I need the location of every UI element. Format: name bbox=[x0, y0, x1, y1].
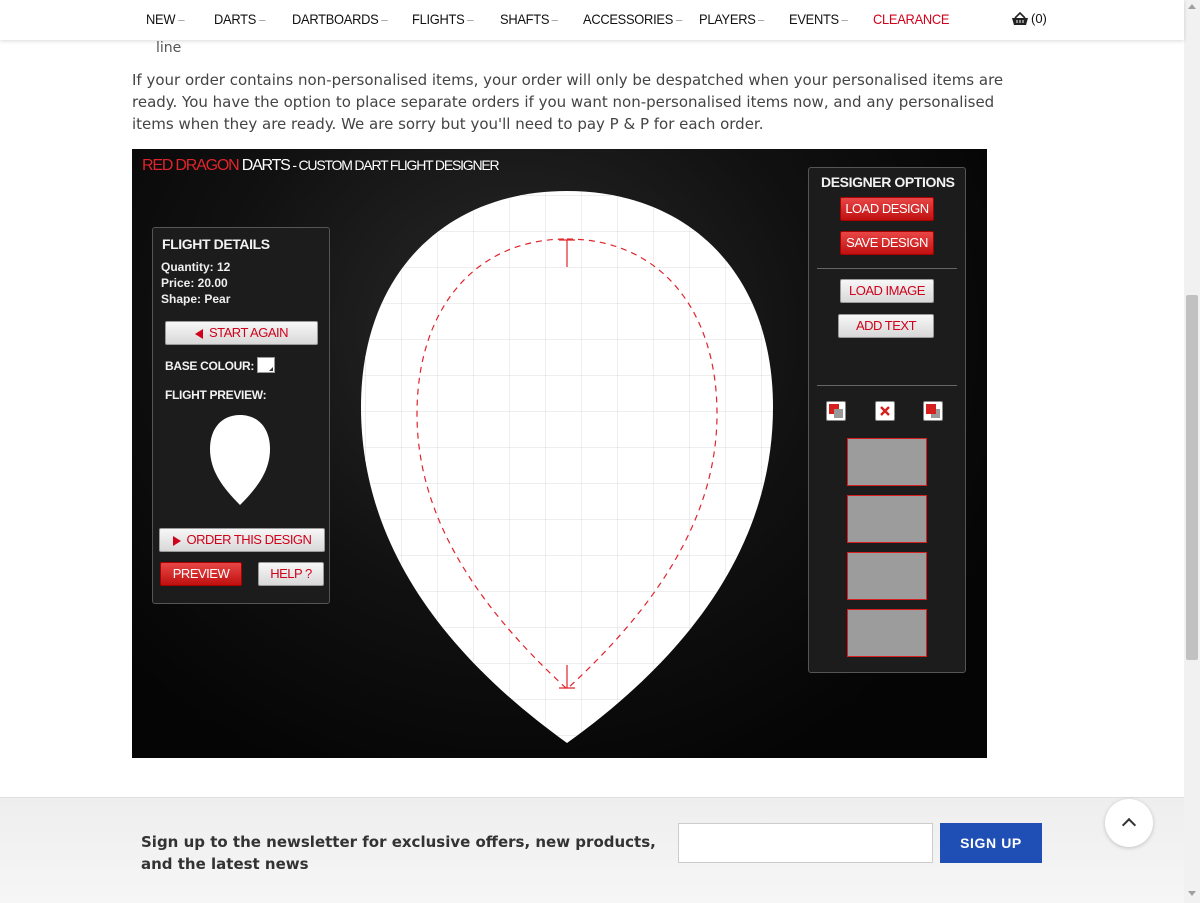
chevron-down-icon bbox=[675, 19, 683, 21]
chevron-down-icon bbox=[177, 19, 185, 21]
back-to-top-button[interactable] bbox=[1105, 799, 1153, 847]
nav-item-flights[interactable]: FLIGHTS bbox=[412, 11, 474, 27]
nav-item-darts[interactable]: DARTS bbox=[214, 11, 266, 27]
chevron-down-icon bbox=[551, 19, 559, 21]
basket-icon bbox=[1012, 11, 1028, 25]
top-navigation: NEW DARTS DARTBOARDS FLIGHTS SHAFTS ACCE… bbox=[0, 0, 1184, 40]
quantity-text: Quantity: 12 bbox=[161, 260, 231, 274]
design-grid bbox=[361, 191, 773, 743]
add-text-button[interactable]: ADD TEXT bbox=[838, 314, 934, 338]
newsletter-email-input[interactable] bbox=[678, 823, 933, 863]
chevron-down-icon bbox=[841, 19, 849, 21]
start-again-button[interactable]: START AGAIN bbox=[165, 321, 318, 345]
layer-thumbnail[interactable] bbox=[847, 552, 927, 600]
shape-text: Shape: Pear bbox=[161, 292, 231, 306]
delete-icon[interactable] bbox=[875, 401, 895, 421]
send-backward-icon[interactable] bbox=[923, 401, 943, 421]
designer-options-heading: DESIGNER OPTIONS bbox=[821, 174, 955, 190]
help-button[interactable]: HELP ? bbox=[258, 562, 324, 586]
price-text: Price: 20.00 bbox=[161, 276, 228, 290]
scrollbar-thumb[interactable] bbox=[1186, 295, 1198, 660]
options-divider bbox=[817, 385, 957, 386]
layer-thumbnail[interactable] bbox=[847, 438, 927, 486]
chevron-down-icon bbox=[758, 19, 765, 21]
designer-options-panel: DESIGNER OPTIONS LOAD DESIGN SAVE DESIGN… bbox=[808, 167, 966, 673]
cart-button[interactable]: (0) bbox=[1011, 11, 1047, 26]
preview-button[interactable]: PREVIEW bbox=[160, 562, 242, 586]
flight-designer: RED DRAGON DARTS - CUSTOM DART FLIGHT DE… bbox=[132, 149, 987, 758]
save-design-button[interactable]: SAVE DESIGN bbox=[840, 231, 934, 255]
newsletter-footer: Sign up to the newsletter for exclusive … bbox=[0, 797, 1184, 903]
flight-preview-label: FLIGHT PREVIEW: bbox=[165, 388, 267, 402]
nav-item-events[interactable]: EVENTS bbox=[789, 11, 849, 27]
order-notice: If your order contains non-personalised … bbox=[132, 71, 1004, 133]
base-colour-picker[interactable] bbox=[257, 357, 275, 373]
text-fragment: line bbox=[156, 40, 182, 56]
nav-item-clearance[interactable]: CLEARANCE bbox=[873, 11, 950, 27]
scroll-down-arrow-icon[interactable] bbox=[1188, 891, 1196, 896]
chevron-down-icon bbox=[381, 19, 388, 21]
flight-preview-image bbox=[210, 415, 270, 505]
flight-design-canvas[interactable] bbox=[359, 189, 775, 747]
nav-item-new[interactable]: NEW bbox=[146, 11, 185, 27]
flight-details-panel: FLIGHT DETAILS Quantity: 12 Price: 20.00… bbox=[152, 227, 330, 604]
nav-item-shafts[interactable]: SHAFTS bbox=[500, 11, 559, 27]
chevron-down-icon bbox=[258, 19, 266, 21]
designer-title: RED DRAGON DARTS - CUSTOM DART FLIGHT DE… bbox=[142, 157, 500, 174]
nav-item-players[interactable]: PLAYERS bbox=[699, 11, 765, 27]
arrow-left-icon bbox=[194, 328, 203, 339]
chevron-down-icon bbox=[467, 19, 474, 21]
sign-up-button[interactable]: SIGN UP bbox=[940, 823, 1042, 863]
layer-thumbnail[interactable] bbox=[847, 495, 927, 543]
cart-count: (0) bbox=[1031, 11, 1047, 26]
nav-item-dartboards[interactable]: DARTBOARDS bbox=[292, 11, 388, 27]
arrow-right-icon bbox=[172, 535, 181, 546]
flight-details-heading: FLIGHT DETAILS bbox=[162, 236, 270, 252]
layer-thumbnail[interactable] bbox=[847, 609, 927, 657]
order-design-button[interactable]: ORDER THIS DESIGN bbox=[159, 528, 325, 552]
load-design-button[interactable]: LOAD DESIGN bbox=[840, 197, 934, 221]
load-image-button[interactable]: LOAD IMAGE bbox=[840, 279, 934, 303]
scroll-up-arrow-icon[interactable] bbox=[1188, 4, 1196, 9]
bring-forward-icon[interactable] bbox=[826, 401, 846, 421]
nav-item-accessories[interactable]: ACCESSORIES bbox=[583, 11, 683, 27]
options-divider bbox=[817, 268, 957, 269]
base-colour-label: BASE COLOUR: bbox=[165, 359, 255, 373]
newsletter-text: Sign up to the newsletter for exclusive … bbox=[141, 833, 656, 873]
